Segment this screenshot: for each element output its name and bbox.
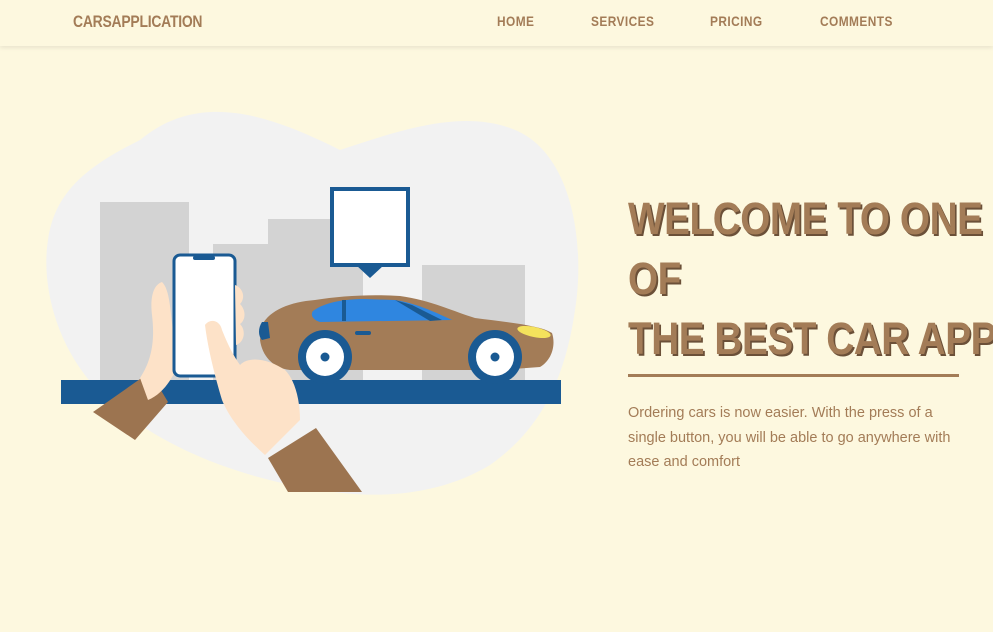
hero-illustration xyxy=(46,111,579,495)
hero-title-line-1: WELCOME TO ONE xyxy=(628,193,983,244)
hero-title-line-2: OF xyxy=(628,253,681,304)
hero-description: Ordering cars is now easier. With the pr… xyxy=(628,405,951,470)
navbar: CARSAPPLICATION HOME SERVICES PRICING CO… xyxy=(0,0,993,46)
hero-divider xyxy=(628,374,959,377)
location-pin-icon xyxy=(330,187,410,278)
hero-title: WELCOME TO ONE OF THE BEST CAR APPS xyxy=(628,189,993,369)
nav-pricing[interactable]: PRICING xyxy=(710,13,763,29)
brand-logo[interactable]: CARSAPPLICATION xyxy=(73,12,203,32)
hero-title-line-3: THE BEST CAR APPS xyxy=(628,313,993,364)
nav-services[interactable]: SERVICES xyxy=(591,13,654,29)
nav-comments[interactable]: COMMENTS xyxy=(820,13,893,29)
nav-home[interactable]: HOME xyxy=(497,13,534,29)
